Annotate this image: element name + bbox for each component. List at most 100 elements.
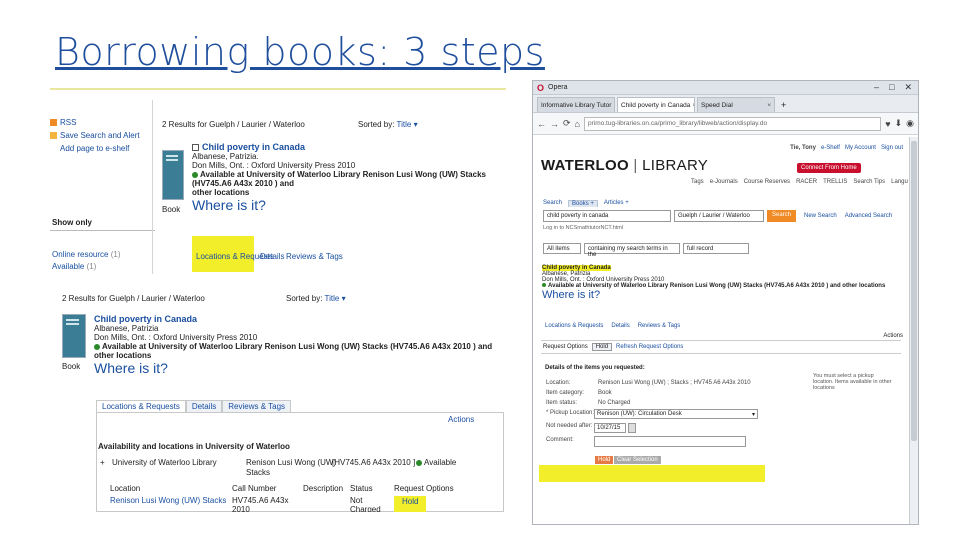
where-is-it-heading: Where is it?: [542, 289, 601, 301]
not-needed-after-input[interactable]: 10/27/15: [594, 423, 626, 433]
reload-icon[interactable]: ⟳: [563, 118, 571, 129]
filter-type-select[interactable]: All items: [543, 243, 581, 254]
item-title-link[interactable]: Child poverty in Canada: [94, 314, 197, 324]
col-location: Location: [110, 484, 141, 493]
field-pickup-label: * Pickup Location:: [546, 410, 595, 416]
tab-details[interactable]: Details: [185, 400, 223, 412]
filter-contains-select[interactable]: containing my search terms in the: [584, 243, 680, 258]
show-only-heading: Show only: [52, 218, 92, 227]
nav-racer[interactable]: RACER: [796, 179, 817, 185]
filter-field-select[interactable]: full record: [683, 243, 749, 254]
tab-reviews-tags[interactable]: Reviews & Tags: [286, 252, 343, 261]
rss-link[interactable]: RSS: [60, 118, 76, 127]
nav-language[interactable]: Langu: [891, 179, 908, 185]
availability-value: Available: [416, 458, 456, 467]
sort-control[interactable]: Sorted by: Title ▾: [286, 294, 346, 303]
close-tab-icon[interactable]: ×: [692, 102, 694, 109]
sort-control[interactable]: Sorted by: Title ▾: [358, 120, 418, 129]
book-cover-thumbnail[interactable]: [162, 150, 184, 200]
tab-request-options[interactable]: Request Options: [543, 344, 588, 350]
item-author: Albanese, Patrizia: [94, 324, 159, 333]
tab-reviews-tags[interactable]: Reviews & Tags: [222, 400, 292, 412]
field-not-needed-label: Not needed after:: [546, 423, 593, 429]
chevron-down-icon: ▾: [751, 412, 755, 418]
calendar-icon[interactable]: [628, 423, 636, 433]
clear-selection-button[interactable]: Clear Selection: [614, 456, 661, 464]
top-nav: Tags e-Journals Course Reserves RACER TR…: [691, 179, 908, 185]
col-status: Status: [350, 484, 373, 493]
forward-icon[interactable]: →: [550, 119, 559, 129]
close-tab-icon[interactable]: ×: [613, 102, 614, 109]
format-label: Book: [62, 362, 81, 371]
tab-details[interactable]: Details: [260, 252, 284, 261]
new-search-link[interactable]: New Search: [804, 213, 837, 219]
where-is-it-heading: Where is it?: [192, 197, 266, 213]
save-search-link[interactable]: Save Search and Alert: [60, 131, 140, 140]
advanced-search-link[interactable]: Advanced Search: [845, 213, 892, 219]
select-checkbox[interactable]: [192, 144, 199, 152]
actions-menu[interactable]: Actions: [883, 333, 903, 339]
search-scope-tabs: Search Books + Articles +: [543, 200, 629, 207]
utility-links: Tie, Tony e-Shelf My Account Sign out: [790, 145, 903, 151]
hold-button[interactable]: Hold: [595, 456, 614, 464]
hold-link[interactable]: Hold: [394, 496, 427, 512]
waterloo-library-logo[interactable]: WATERLOO | LIBRARY: [541, 157, 708, 174]
close-tab-icon[interactable]: ×: [767, 102, 771, 109]
available-dot-icon: [94, 343, 100, 350]
nav-trellis[interactable]: TRELLIS: [823, 179, 847, 185]
sign-out-link[interactable]: Sign out: [881, 145, 903, 151]
address-bar: ← → ⟳ ⌂ primo.tug-libraries.on.ca/primo_…: [533, 113, 918, 135]
browser-tab[interactable]: Speed Dial ×: [697, 97, 775, 112]
scrollbar[interactable]: [909, 137, 918, 524]
actions-menu[interactable]: Actions: [448, 415, 474, 424]
nav-tags[interactable]: Tags: [691, 179, 704, 185]
comment-input[interactable]: [594, 436, 746, 447]
facet-available[interactable]: Available (1): [52, 262, 96, 271]
add-to-eshelf-link[interactable]: Add page to e-shelf: [50, 144, 155, 153]
account-icon[interactable]: ◉: [906, 118, 914, 129]
user-name: Tie, Tony: [790, 145, 816, 151]
my-account-link[interactable]: My Account: [845, 145, 876, 151]
search-results-screenshot: RSS Save Search and Alert Add page to e-…: [50, 88, 506, 274]
tab-articles[interactable]: Articles +: [604, 200, 629, 207]
search-button[interactable]: Search: [767, 210, 797, 222]
tab-details[interactable]: Details: [611, 323, 629, 329]
tab-hold[interactable]: Hold: [591, 343, 613, 351]
download-icon[interactable]: ⬇: [895, 118, 903, 129]
holding-location-link[interactable]: Renison Lusi Wong (UW) Stacks: [110, 496, 232, 512]
search-input[interactable]: child poverty in canada: [543, 210, 671, 222]
tab-search[interactable]: Search: [543, 200, 562, 207]
item-author: Albanese, Patrizia.: [192, 152, 259, 161]
maximize-icon[interactable]: □: [889, 82, 894, 93]
heart-icon[interactable]: ♥: [885, 119, 890, 129]
nav-search-tips[interactable]: Search Tips: [853, 179, 885, 185]
browser-tab-active[interactable]: Child poverty in Canada×: [617, 97, 695, 112]
url-field[interactable]: primo.tug-libraries.on.ca/primo_library/…: [583, 116, 882, 131]
connect-from-home-button[interactable]: Connect From Home: [797, 163, 861, 173]
browser-tab[interactable]: Informative Library Tutor×: [537, 97, 615, 112]
minimize-icon[interactable]: –: [874, 82, 879, 93]
book-cover-thumbnail[interactable]: [62, 314, 86, 358]
close-icon[interactable]: ✕: [904, 82, 912, 93]
home-icon[interactable]: ⌂: [575, 119, 580, 129]
tab-locations-requests[interactable]: Locations & Requests: [545, 323, 603, 329]
divider: [541, 340, 901, 341]
new-tab-icon[interactable]: +: [777, 98, 790, 112]
expand-icon[interactable]: +: [100, 458, 105, 467]
scope-select[interactable]: Guelph / Laurier / Waterloo: [674, 210, 764, 222]
browser-titlebar: O Opera – □ ✕: [533, 81, 918, 95]
eshelf-link[interactable]: e-Shelf: [821, 145, 840, 151]
pickup-location-select[interactable]: Renison (UW): Circulation Desk ▾: [594, 409, 758, 419]
item-title-link[interactable]: Child poverty in Canada: [202, 142, 305, 152]
col-request-options: Request Options: [394, 484, 454, 493]
tab-reviews-tags[interactable]: Reviews & Tags: [638, 323, 681, 329]
sidebar: RSS Save Search and Alert Add page to e-…: [50, 118, 155, 153]
nav-ejournals[interactable]: e-Journals: [710, 179, 738, 185]
refresh-request-options-link[interactable]: Refresh Request Options: [616, 344, 683, 350]
tab-locations-requests[interactable]: Locations & Requests: [96, 400, 186, 412]
browser-window: O Opera – □ ✕ Informative Library Tutor×…: [532, 80, 919, 525]
nav-course-reserves[interactable]: Course Reserves: [744, 179, 790, 185]
tab-books[interactable]: Books +: [568, 200, 598, 207]
facet-online[interactable]: Online resource (1): [52, 250, 121, 259]
back-icon[interactable]: ←: [537, 119, 546, 129]
